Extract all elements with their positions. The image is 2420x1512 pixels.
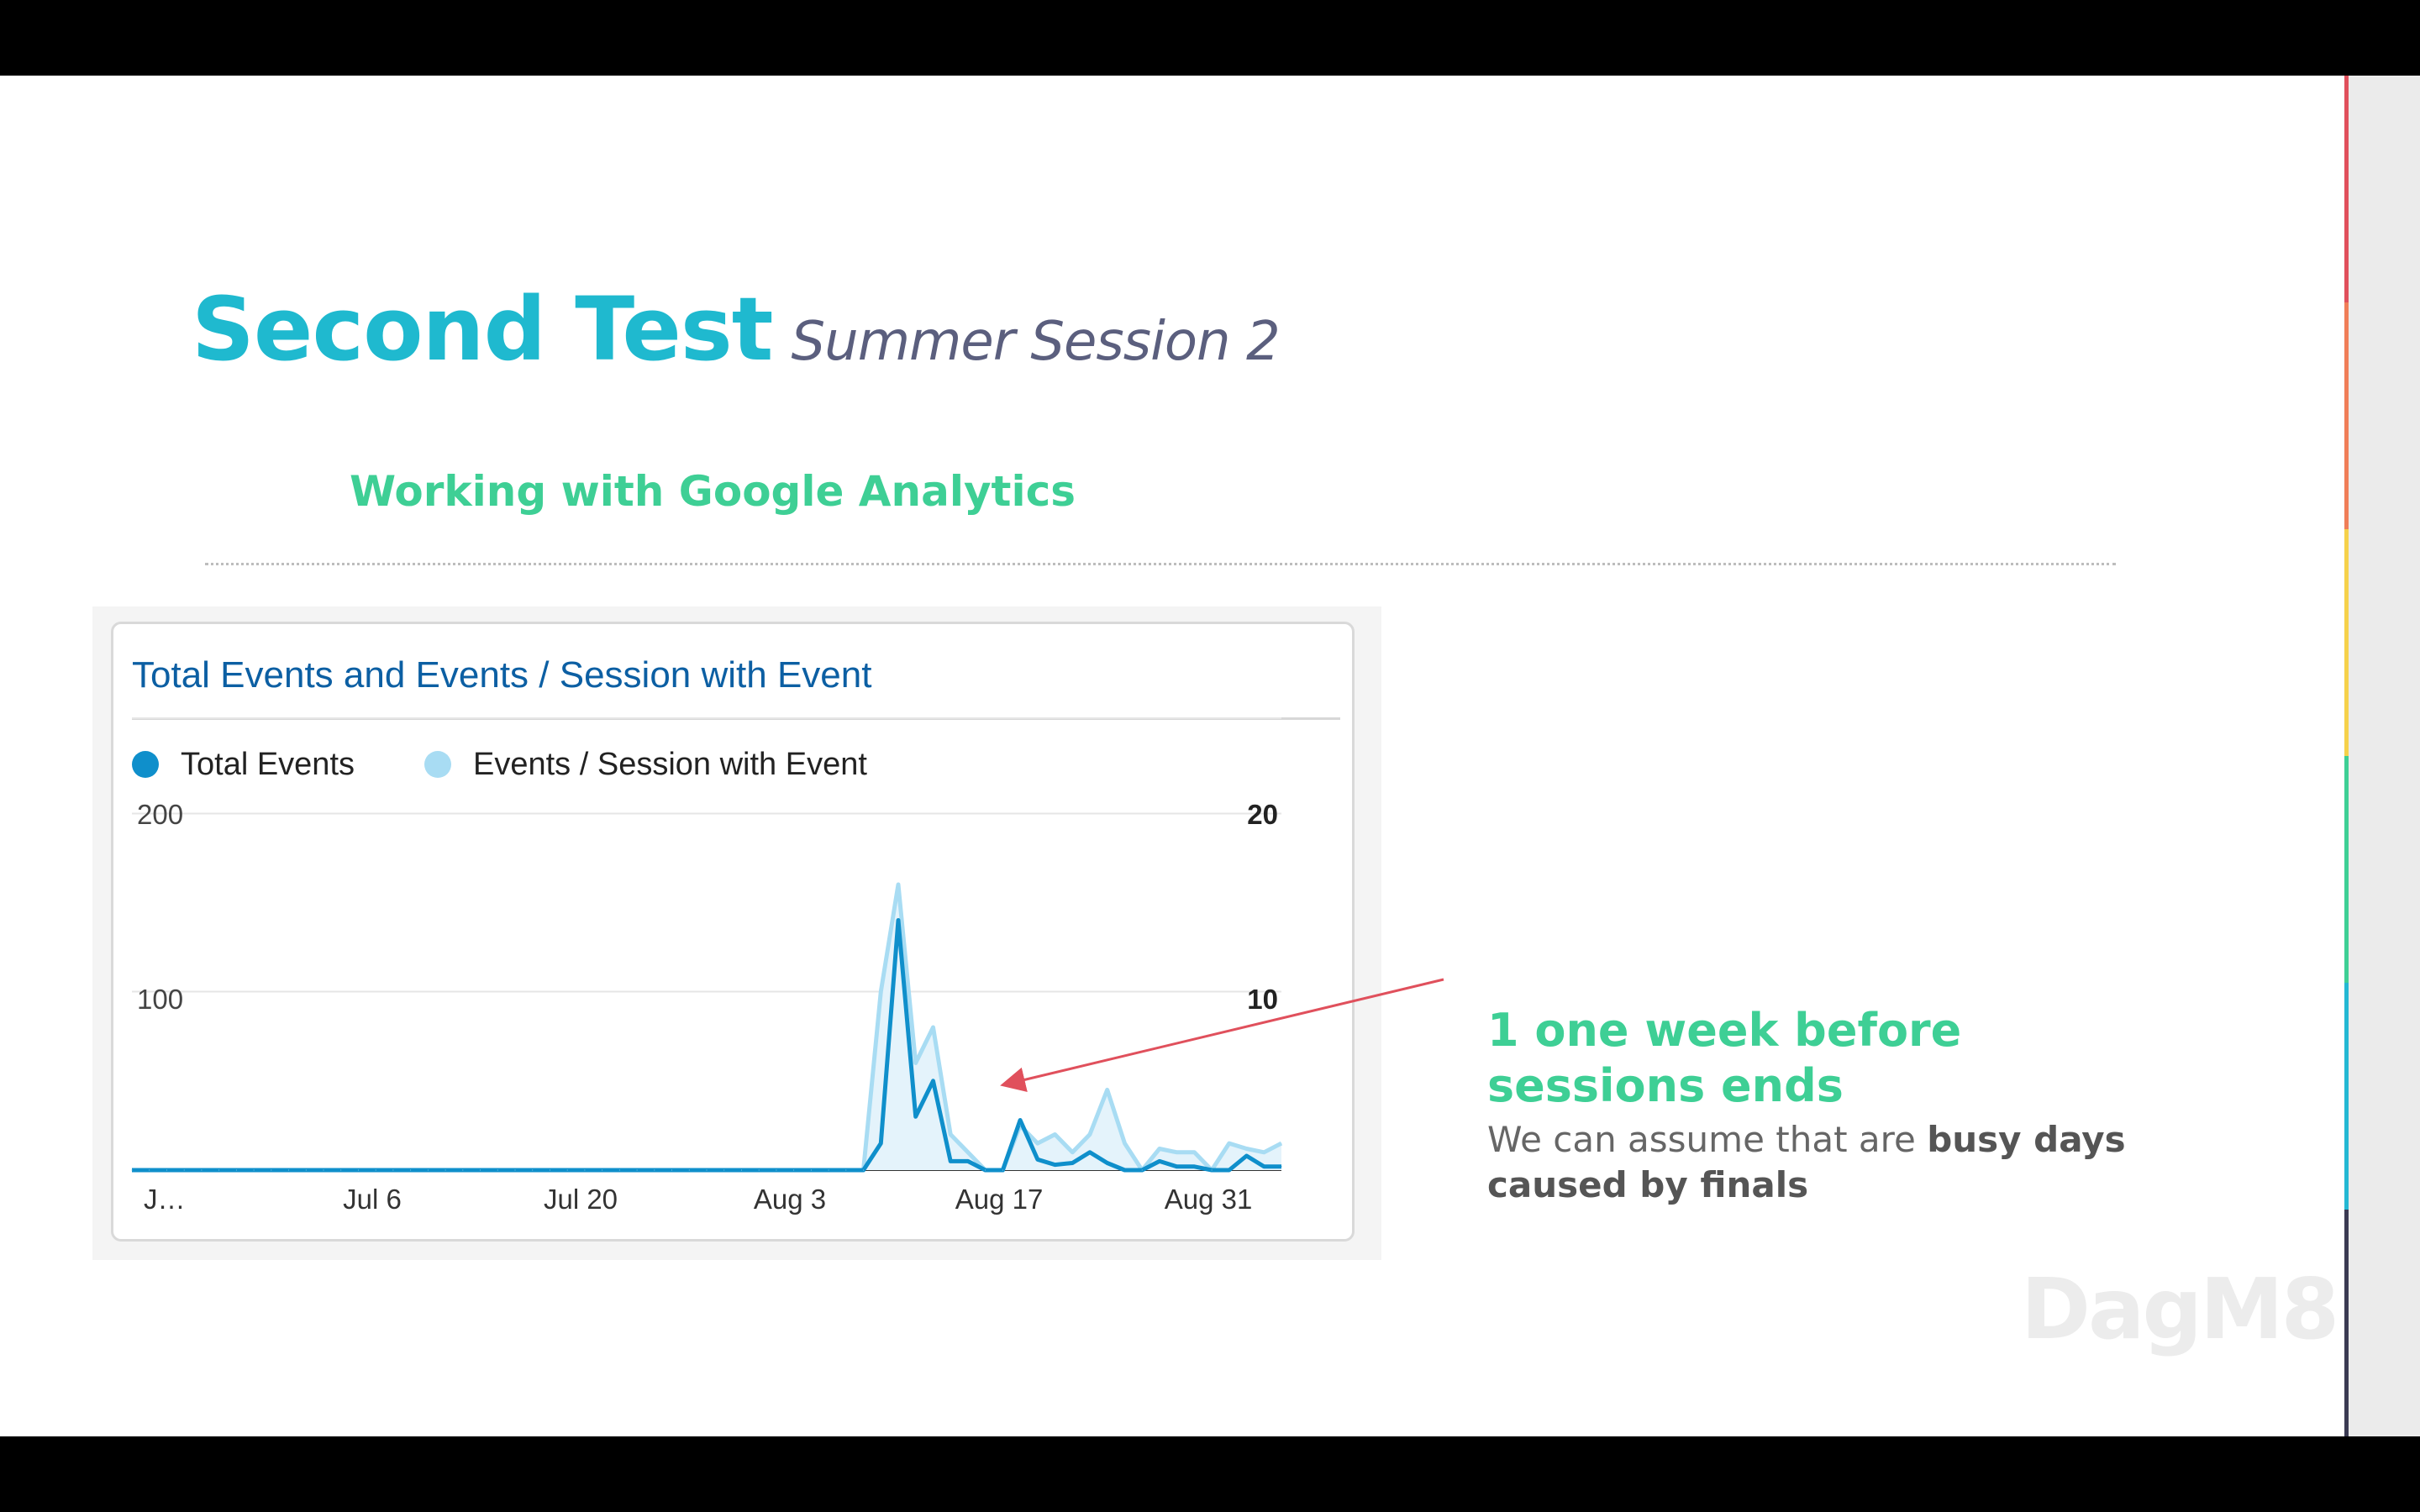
annotation-body-text: We can assume that are	[1487, 1119, 1928, 1160]
annotation-callout: 1 one week before sessions ends We can a…	[1487, 1003, 2176, 1208]
slide: Second Test Summer Session 2 Working with…	[0, 76, 2420, 1436]
dagm8-logo: DagM8	[2021, 1260, 2339, 1358]
annotation-heading: 1 one week before sessions ends	[1487, 1004, 1962, 1112]
annotation-body: We can assume that are busy days caused …	[1487, 1117, 2176, 1208]
top-letterbox	[0, 0, 2420, 76]
bottom-letterbox	[0, 1436, 2420, 1512]
annotation-arrow	[1000, 978, 1444, 1092]
